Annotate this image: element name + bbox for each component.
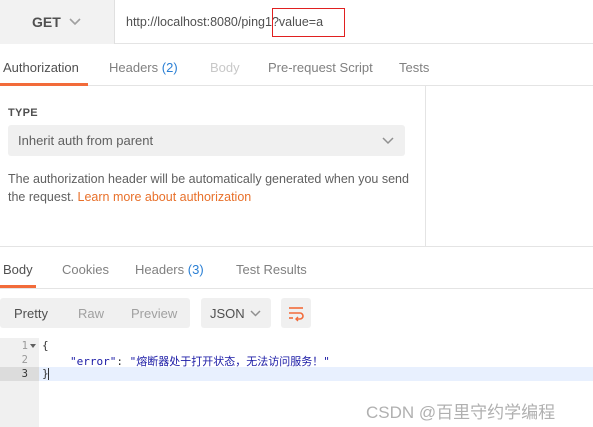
tab-label: Pre-request Script xyxy=(268,60,373,75)
format-label: JSON xyxy=(210,306,245,321)
tab-label: Headers xyxy=(135,262,185,277)
tab-response-headers[interactable]: Headers (3) xyxy=(135,262,204,277)
tab-label: Test Results xyxy=(236,262,307,277)
learn-more-link[interactable]: Learn more about authorization xyxy=(78,190,252,204)
wrap-lines-button[interactable] xyxy=(281,298,311,328)
method-label: GET xyxy=(32,14,61,30)
auth-type-select[interactable]: Inherit auth from parent xyxy=(8,125,405,156)
auth-help-pane xyxy=(426,86,593,246)
tab-label: Cookies xyxy=(62,262,109,277)
line-number: 3 xyxy=(21,368,28,380)
tab-label: Tests xyxy=(399,60,430,75)
raw-button[interactable]: Raw xyxy=(78,306,104,321)
tab-label: Body xyxy=(210,60,240,75)
method-select[interactable]: GET xyxy=(0,0,115,44)
text-cursor xyxy=(48,368,49,380)
query-highlight-box xyxy=(272,8,345,37)
response-tabs: Body Cookies Headers (3) Test Results xyxy=(0,247,593,289)
current-line-highlight xyxy=(39,367,593,381)
view-mode-group: Pretty Raw Preview xyxy=(0,298,190,328)
authorization-pane: TYPE Inherit auth from parent The author… xyxy=(0,86,426,246)
active-tab-indicator xyxy=(0,285,36,288)
tab-count: (3) xyxy=(187,262,204,277)
code-line-2: "error": "熔断器处于打开状态，无法访问服务！" xyxy=(70,353,330,369)
code-line-1: { xyxy=(42,339,49,352)
tab-pre-request-script[interactable]: Pre-request Script xyxy=(268,60,373,75)
tab-label: Body xyxy=(3,262,33,277)
chevron-down-icon xyxy=(382,137,394,145)
request-tabs: Authorization Headers (2) Body Pre-reque… xyxy=(0,44,593,86)
watermark: CSDN @百里守约学编程 xyxy=(366,403,556,422)
type-label: TYPE xyxy=(8,107,38,119)
line-number: 2 xyxy=(21,354,28,366)
tab-authorization[interactable]: Authorization xyxy=(3,60,79,75)
tab-label: Headers xyxy=(109,60,159,75)
tab-count: (2) xyxy=(161,60,178,75)
tab-headers[interactable]: Headers (2) xyxy=(109,60,178,75)
json-key: "error" xyxy=(70,355,117,368)
url-bar: GET http://localhost:8080/ping1?value=a xyxy=(0,0,593,44)
line-number: 1 xyxy=(21,340,28,352)
preview-button[interactable]: Preview xyxy=(131,306,177,321)
format-select[interactable]: JSON xyxy=(201,298,271,328)
json-value: "熔断器处于打开状态，无法访问服务！" xyxy=(129,355,330,368)
chevron-down-icon xyxy=(250,310,261,317)
fold-toggle-icon[interactable] xyxy=(30,343,36,349)
tab-tests[interactable]: Tests xyxy=(399,60,429,75)
auth-description: The authorization header will be automat… xyxy=(8,170,413,206)
tab-label: Authorization xyxy=(3,60,79,75)
tab-test-results[interactable]: Test Results xyxy=(236,262,307,277)
wrap-lines-icon xyxy=(289,307,304,322)
auth-type-value: Inherit auth from parent xyxy=(18,133,154,148)
tab-cookies[interactable]: Cookies xyxy=(62,262,109,277)
json-colon: : xyxy=(116,355,130,368)
tab-body[interactable]: Body xyxy=(210,60,240,75)
pretty-button[interactable]: Pretty xyxy=(14,306,48,321)
chevron-down-icon xyxy=(69,18,81,26)
tab-response-body[interactable]: Body xyxy=(3,262,33,277)
